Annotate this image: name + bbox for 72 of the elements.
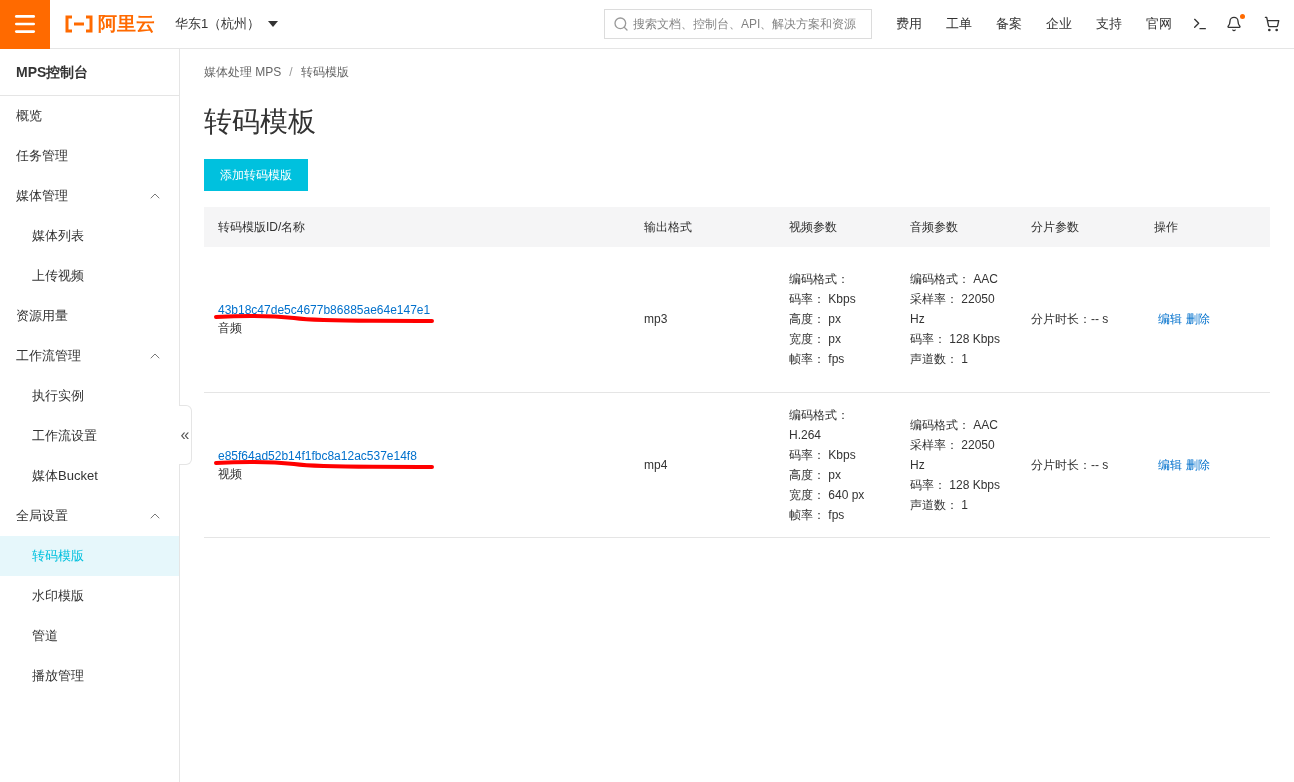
sidebar-title: MPS控制台 — [0, 49, 179, 96]
logo-icon — [64, 15, 94, 33]
nav-link[interactable]: 支持 — [1084, 14, 1134, 34]
video-param: 码率： Kbps — [789, 291, 857, 309]
video-param: 宽度： px — [789, 331, 842, 349]
sidebar-item[interactable]: 工作流管理 — [0, 336, 179, 376]
template-name: 视频 — [218, 465, 242, 483]
video-param: 编码格式： — [789, 271, 850, 289]
action-link[interactable]: 删除 — [1186, 310, 1210, 329]
audio-param: 采样率： 22050 Hz — [910, 436, 996, 474]
audio-param: 码率： 128 Kbps — [910, 476, 1002, 494]
audio-param: 码率： 128 Kbps — [910, 331, 1002, 349]
template-id-link[interactable]: e85f64ad52b14f1fbc8a12ac537e14f8 — [218, 446, 417, 465]
video-param: 编码格式： H.264 — [789, 406, 850, 444]
sidebar-item[interactable]: 执行实例 — [0, 376, 179, 416]
audio-param: 声道数： 1 — [910, 496, 969, 514]
breadcrumb-separator: / — [289, 64, 293, 81]
video-param: 高度： px — [789, 466, 842, 484]
page-title: 转码模板 — [204, 105, 317, 139]
region-dropdown[interactable]: 华东1（杭州） — [175, 14, 279, 34]
logo-text: 阿里云 — [98, 11, 155, 36]
video-param: 高度： px — [789, 311, 842, 329]
terminal-icon[interactable] — [1192, 16, 1208, 32]
action-link[interactable]: 删除 — [1186, 455, 1210, 474]
breadcrumb-link[interactable]: 转码模版 — [300, 63, 349, 81]
video-param: 帧率： fps — [789, 506, 846, 524]
sidebar-item[interactable]: 全局设置 — [0, 496, 179, 536]
column-header: 视频参数 — [789, 207, 910, 247]
nav-link[interactable]: 备案 — [984, 14, 1034, 34]
action-link[interactable]: 编辑 — [1158, 455, 1182, 474]
action-link[interactable]: 编辑 — [1158, 310, 1182, 329]
nav-link[interactable]: 工单 — [934, 14, 984, 34]
collapse-handle[interactable]: « — [179, 405, 192, 465]
nav-link[interactable]: 企业 — [1034, 14, 1084, 34]
nav-link[interactable]: 官网 — [1134, 14, 1184, 34]
breadcrumb-link[interactable]: 媒体处理 MPS — [204, 63, 282, 81]
sidebar-item[interactable]: 工作流设置 — [0, 416, 179, 456]
audio-param: 采样率： 22050 Hz — [910, 291, 996, 329]
sidebar-item[interactable]: 媒体Bucket — [0, 456, 179, 496]
table-cell: mp3 — [644, 312, 668, 327]
sidebar-item[interactable]: 管道 — [0, 616, 179, 656]
audio-param: 编码格式： AAC — [910, 271, 999, 289]
table-cell: 分片时长：-- s — [1031, 457, 1109, 472]
cart-icon[interactable] — [1264, 16, 1280, 32]
template-id-link[interactable]: 43b18c47de5c4677b86885ae64e147e1 — [218, 301, 431, 320]
menu-button[interactable] — [0, 0, 50, 49]
video-param: 帧率： fps — [789, 351, 846, 369]
table-cell: 分片时长：-- s — [1031, 312, 1109, 327]
search-field[interactable]: 搜索文档、控制台、API、解决方案和资源 — [604, 9, 872, 39]
sidebar-item[interactable]: 上传视频 — [0, 256, 179, 296]
nav-link[interactable]: 费用 — [884, 14, 934, 34]
column-header: 音频参数 — [910, 207, 1031, 247]
template-name: 音频 — [218, 320, 242, 338]
column-header: 分片参数 — [1031, 207, 1152, 247]
audio-param: 编码格式： AAC — [910, 416, 999, 434]
sidebar-item[interactable]: 资源用量 — [0, 296, 179, 336]
column-header: 转码模版ID/名称 — [204, 207, 644, 247]
sidebar-item[interactable]: 媒体管理 — [0, 176, 179, 216]
bell-icon[interactable] — [1226, 16, 1242, 32]
column-header: 输出格式 — [644, 207, 789, 247]
video-param: 宽度： 640 px — [789, 486, 866, 504]
sidebar-item[interactable]: 任务管理 — [0, 136, 179, 176]
sidebar-item[interactable]: 播放管理 — [0, 656, 179, 696]
video-param: 码率： Kbps — [789, 446, 857, 464]
sidebar-item[interactable]: 媒体列表 — [0, 216, 179, 256]
caret-icon — [268, 21, 279, 27]
search-icon — [613, 16, 629, 32]
audio-param: 声道数： 1 — [910, 351, 969, 369]
sidebar-item[interactable]: 概览 — [0, 96, 179, 136]
column-header: 操作 — [1152, 207, 1270, 247]
table-cell: mp4 — [644, 457, 668, 472]
sidebar-item[interactable]: 水印模版 — [0, 576, 179, 616]
